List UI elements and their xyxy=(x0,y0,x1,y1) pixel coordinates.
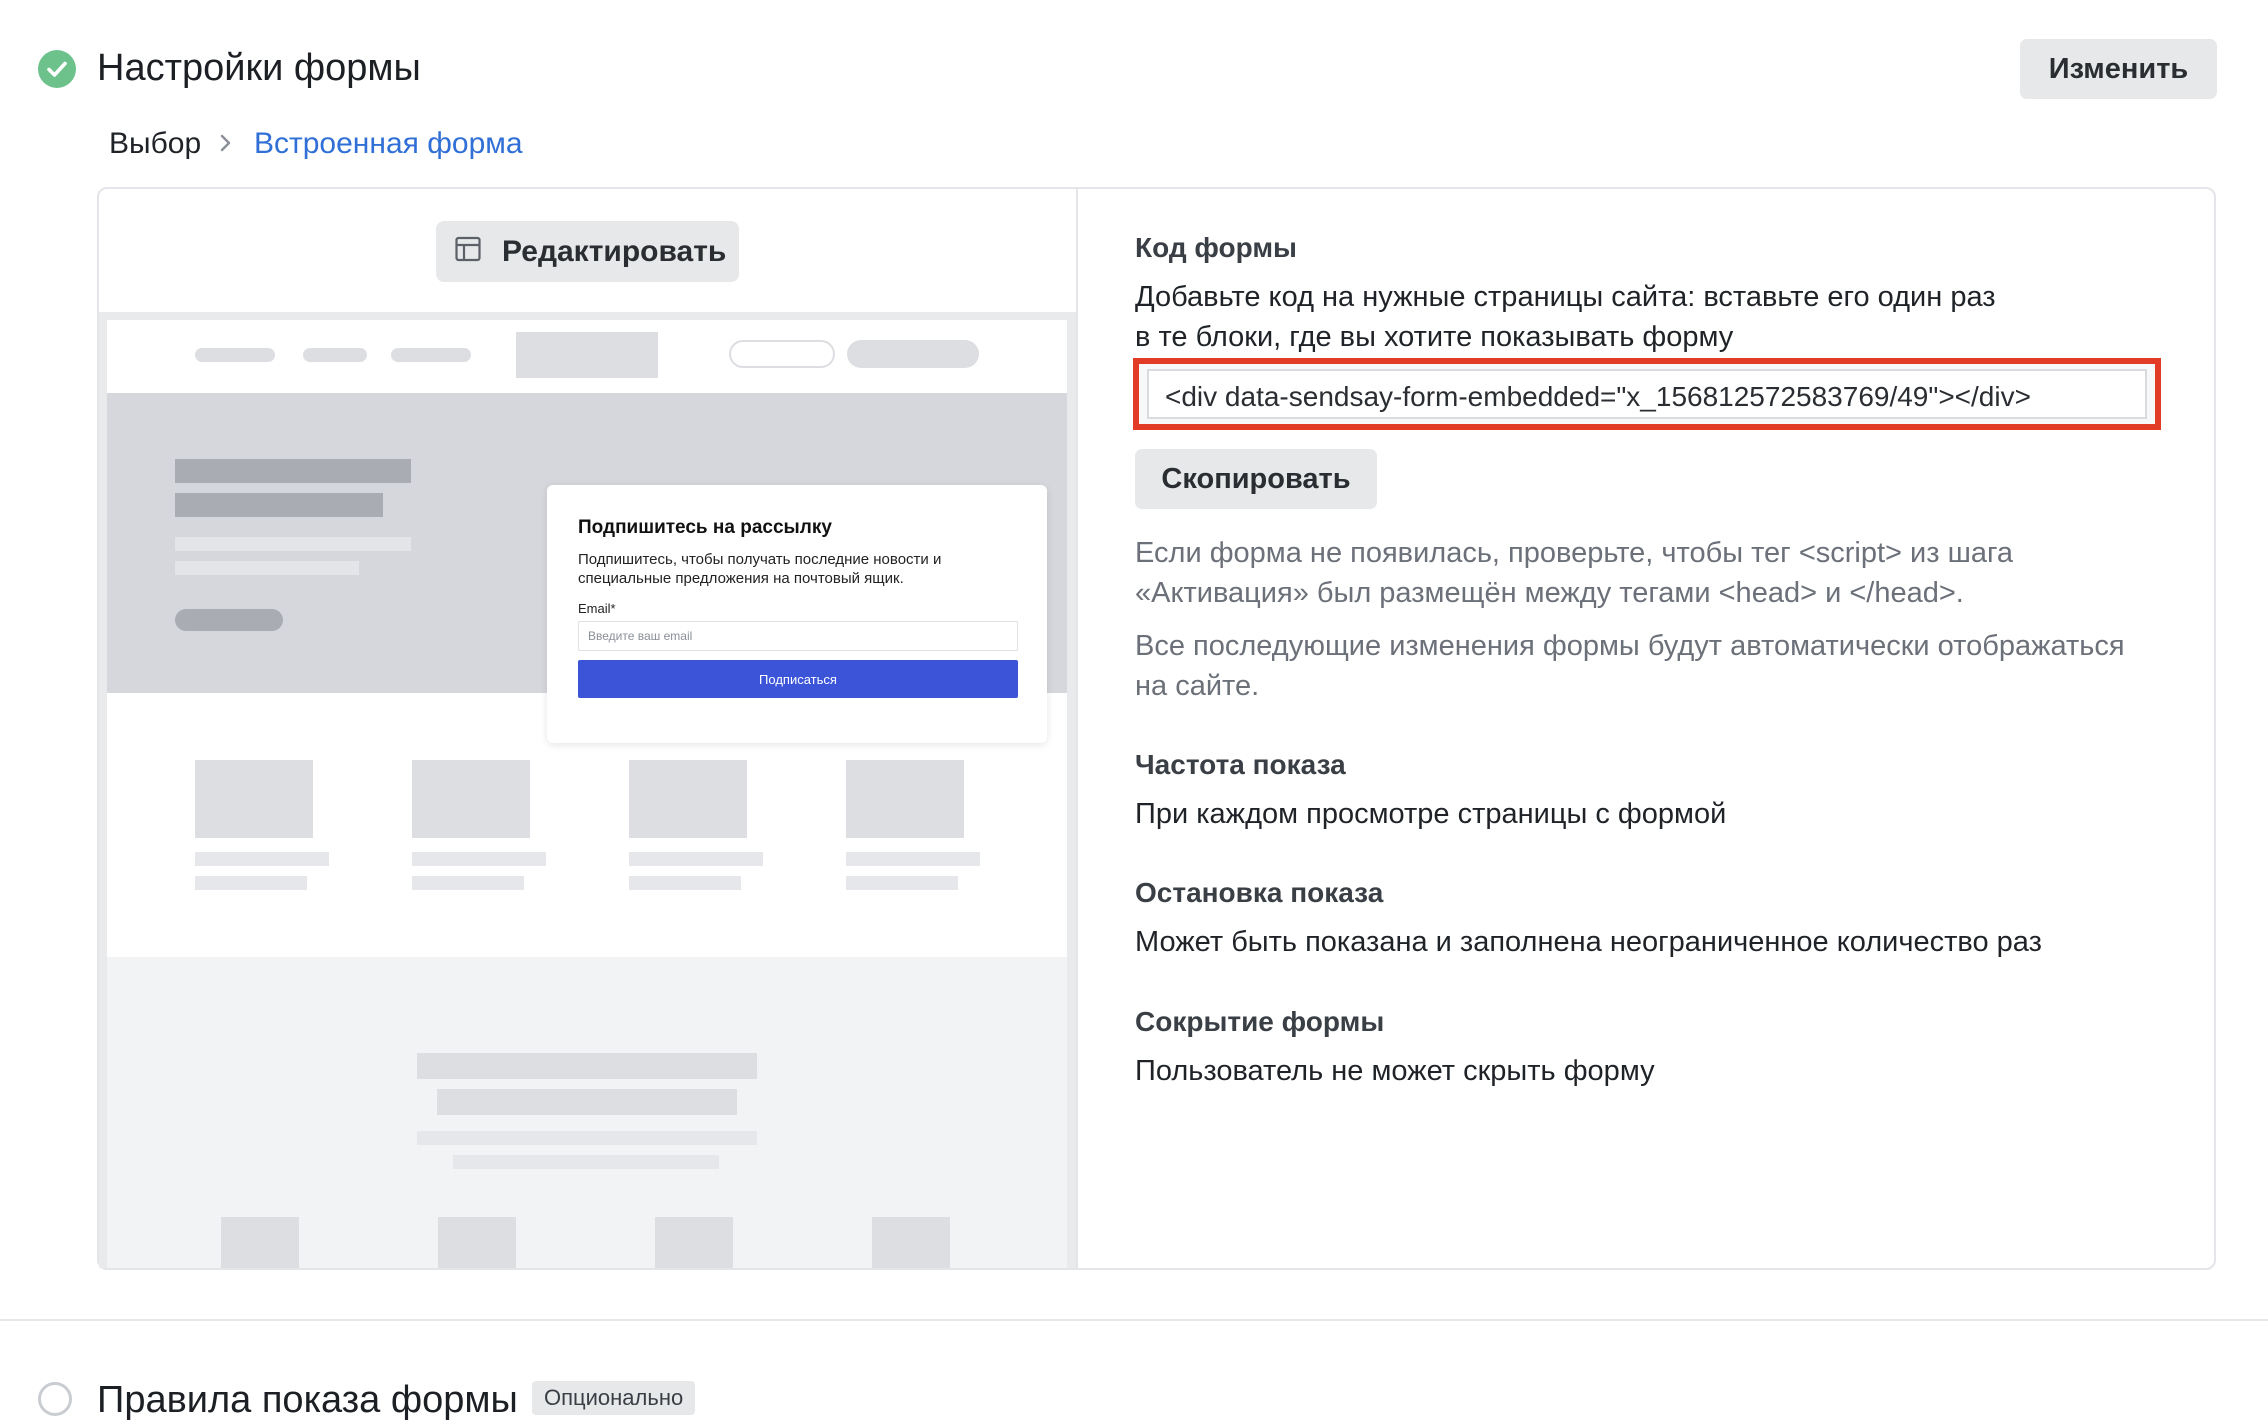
code-snippet-text: <div data-sendsay-form-embedded="x_15681… xyxy=(1165,381,2031,412)
change-button[interactable]: Изменить xyxy=(2020,39,2217,99)
subscribe-form-card: Подпишитесь на рассылку Подпишитесь, что… xyxy=(547,485,1047,743)
subscribe-button[interactable]: Подписаться xyxy=(578,660,1018,698)
skeleton-image xyxy=(655,1217,733,1268)
page-title: Настройки формы xyxy=(97,47,421,89)
skeleton-line xyxy=(629,876,741,890)
skeleton-nav-link xyxy=(195,348,275,362)
skeleton-pill xyxy=(729,340,835,368)
skeleton-image xyxy=(629,760,747,838)
frequency-value: При каждом просмотре страницы с формой xyxy=(1135,798,1727,830)
skeleton-line xyxy=(175,537,411,551)
skeleton-line xyxy=(175,493,383,517)
skeleton-line xyxy=(195,876,307,890)
skeleton-line xyxy=(412,852,546,866)
skeleton-line xyxy=(417,1131,757,1145)
website-mockup: Подпишитесь на рассылку Подпишитесь, что… xyxy=(107,320,1067,1268)
card-divider xyxy=(1076,189,1078,1268)
display-rules-title: Правила показа формы xyxy=(97,1379,518,1421)
code-snippet-field[interactable]: <div data-sendsay-form-embedded="x_15681… xyxy=(1147,369,2147,419)
breadcrumb-item-embedded-form: Встроенная форма xyxy=(254,127,523,160)
email-label: Email* xyxy=(578,601,616,616)
form-code-instruction-line-2: в те блоки, где вы хотите показывать фор… xyxy=(1135,321,1734,353)
skeleton-line xyxy=(437,1089,737,1115)
skeleton-hero: Подпишитесь на рассылку Подпишитесь, что… xyxy=(107,393,1067,743)
skeleton-footer-section xyxy=(107,957,1067,1268)
skeleton-image xyxy=(412,760,530,838)
email-placeholder: Введите ваш email xyxy=(588,629,693,643)
hide-value: Пользователь не может скрыть форму xyxy=(1135,1055,1655,1087)
code-snippet-highlight: <div data-sendsay-form-embedded="x_15681… xyxy=(1133,358,2161,430)
skeleton-line xyxy=(412,876,524,890)
script-note-line-2: «Активация» был размещён между тегами <h… xyxy=(1135,577,1964,609)
skeleton-line xyxy=(453,1155,719,1169)
stop-value: Может быть показана и заполнена неограни… xyxy=(1135,926,2042,958)
skeleton-logo xyxy=(516,332,658,378)
skeleton-line xyxy=(417,1053,757,1079)
optional-badge: Опционально xyxy=(532,1381,696,1415)
subscribe-title: Подпишитесь на рассылку xyxy=(578,517,832,538)
stop-heading: Остановка показа xyxy=(1135,877,1384,908)
email-field[interactable]: Введите ваш email xyxy=(578,621,1018,651)
skeleton-image xyxy=(438,1217,516,1268)
form-code-heading: Код формы xyxy=(1135,232,1297,263)
pending-step-icon xyxy=(38,1382,72,1416)
skeleton-line xyxy=(629,852,763,866)
form-preview: Подпишитесь на рассылку Подпишитесь, что… xyxy=(99,312,1076,1268)
skeleton-line xyxy=(175,459,411,483)
skeleton-line xyxy=(195,852,329,866)
skeleton-pill xyxy=(847,340,979,368)
skeleton-image xyxy=(195,760,313,838)
chevron-right-icon xyxy=(216,128,238,158)
frequency-heading: Частота показа xyxy=(1135,749,1346,780)
skeleton-button xyxy=(175,609,283,631)
skeleton-image xyxy=(846,760,964,838)
skeleton-image xyxy=(872,1217,950,1268)
subscribe-description: Подпишитесь, чтобы получать последние но… xyxy=(578,551,942,587)
skeleton-line xyxy=(846,852,980,866)
edit-form-button[interactable]: Редактировать xyxy=(436,221,739,282)
form-code-instruction-line-1: Добавьте код на нужные страницы сайта: в… xyxy=(1135,281,1996,313)
layout-icon xyxy=(454,235,482,268)
hide-heading: Сокрытие формы xyxy=(1135,1006,1385,1037)
success-check-icon xyxy=(38,50,76,88)
edit-form-label: Редактировать xyxy=(502,234,727,268)
skeleton-line xyxy=(846,876,958,890)
auto-update-note-line-1: Все последующие изменения формы будут ав… xyxy=(1135,630,2125,662)
copy-button[interactable]: Скопировать xyxy=(1135,449,1377,509)
skeleton-image xyxy=(221,1217,299,1268)
script-note-line-1: Если форма не появилась, проверьте, чтоб… xyxy=(1135,537,2014,569)
breadcrumb-item-choice[interactable]: Выбор xyxy=(109,124,201,164)
skeleton-line xyxy=(175,561,359,575)
skeleton-nav-link xyxy=(303,348,367,362)
skeleton-nav-link xyxy=(391,348,471,362)
auto-update-note-line-2: на сайте. xyxy=(1135,670,1260,702)
section-divider xyxy=(0,1319,2268,1321)
